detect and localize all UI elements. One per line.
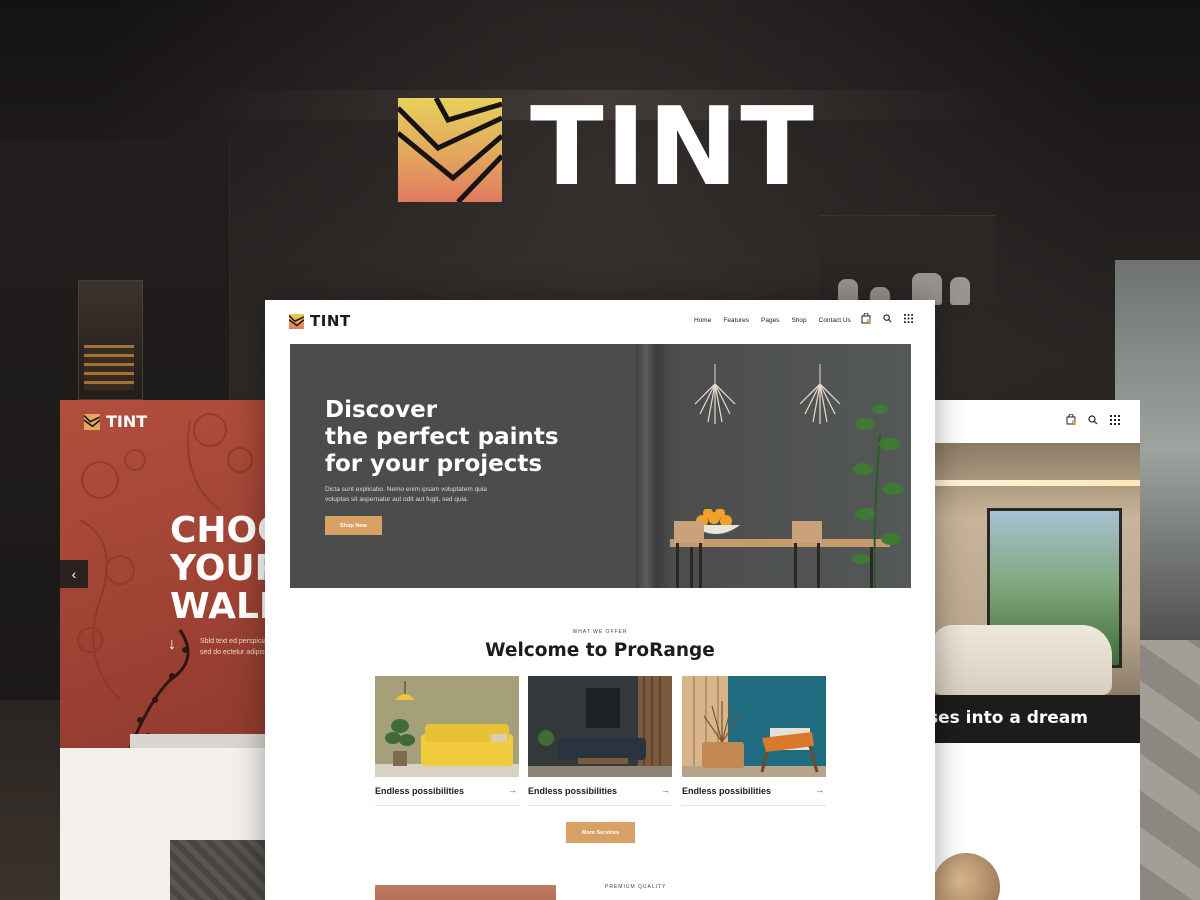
nav-link-contact[interactable]: Contact Us xyxy=(819,317,851,324)
search-icon[interactable] xyxy=(883,314,892,323)
nav-logo-text: TINT xyxy=(310,312,351,330)
banner-pillar xyxy=(636,344,670,588)
left-wallpaper-image xyxy=(170,840,270,900)
background-wine-rack xyxy=(84,345,134,390)
nav-link-home[interactable]: Home xyxy=(694,317,711,324)
plant-icon xyxy=(852,404,904,588)
left-headline-line: YOUR xyxy=(170,548,270,589)
left-body-line: Sbld text ed perspiciatis xyxy=(200,638,270,645)
cart-icon[interactable] xyxy=(1066,414,1076,425)
chevron-left-icon[interactable]: ‹ xyxy=(60,560,88,588)
pendant-lamp-icon xyxy=(694,364,736,424)
card-label: Endless possibilities xyxy=(375,786,465,796)
service-card[interactable]: Endless possibilities → xyxy=(528,676,672,807)
background-vase xyxy=(950,277,970,305)
arrow-right-icon[interactable]: → xyxy=(661,785,670,795)
right-page-preview: ses into a dream xyxy=(932,400,1140,900)
banner-title: Discover the perfect paints for your pro… xyxy=(325,397,605,478)
chair-icon xyxy=(674,521,704,588)
card-image-dark-living xyxy=(528,676,672,777)
card-label: Endless possibilities xyxy=(682,786,772,796)
banner-title-line: for your projects xyxy=(325,451,543,477)
left-headline-line: WALL xyxy=(170,586,270,627)
chair-icon xyxy=(792,521,822,588)
left-logo-text: TINT xyxy=(106,412,148,431)
hero-wordmark: TINT xyxy=(530,85,816,210)
card-divider xyxy=(528,805,672,806)
left-body-line: sed do ectetur adipiscin xyxy=(200,649,270,656)
grid-menu-icon[interactable] xyxy=(904,314,913,323)
banner-title-line: Discover xyxy=(325,397,438,423)
card-divider xyxy=(375,805,519,806)
nav-link-shop[interactable]: Shop xyxy=(791,317,806,324)
arrow-right-icon[interactable]: → xyxy=(815,785,824,795)
left-headline: CHOC YOUR WALL xyxy=(170,512,270,626)
arrow-right-icon[interactable]: → xyxy=(508,785,517,795)
right-sofa xyxy=(932,625,1112,695)
banner-title-line: the perfect paints xyxy=(325,424,559,450)
shop-now-button[interactable]: Shop Now xyxy=(325,516,382,535)
premium-quality-eyebrow: PREMIUM QUALITY xyxy=(605,884,667,890)
right-band-heading: ses into a dream xyxy=(932,708,1088,728)
right-circle-image xyxy=(932,853,1000,900)
arrow-down-icon[interactable]: ↓ xyxy=(168,636,176,654)
center-page-preview: TINT Home Features Pages Shop Contact Us xyxy=(265,300,935,900)
right-nav-icons xyxy=(1066,414,1120,425)
nav-link-pages[interactable]: Pages xyxy=(761,317,779,324)
left-body-text: Sbld text ed perspiciatis sed do ectetur… xyxy=(200,636,270,658)
nav-link-features[interactable]: Features xyxy=(723,317,749,324)
card-image-yellow-sofa xyxy=(375,676,519,777)
left-page-preview: TINT CHOC YOUR WALL ↓ Sbld text ed persp… xyxy=(60,400,270,900)
service-card[interactable]: Endless possibilities → xyxy=(682,676,826,807)
card-label: Endless possibilities xyxy=(528,786,618,796)
nav-menu: Home Features Pages Shop Contact Us xyxy=(694,317,851,324)
hero-banner: Discover the perfect paints for your pro… xyxy=(290,344,911,588)
left-headline-line: CHOC xyxy=(170,510,270,551)
right-ceiling-light xyxy=(932,480,1140,486)
card-image-teal-chair xyxy=(682,676,826,777)
more-services-button[interactable]: More Services xyxy=(566,822,635,843)
offer-title: Welcome to ProRange xyxy=(485,640,715,661)
background-floor-tiles xyxy=(1140,640,1200,900)
logo-mark-icon xyxy=(84,413,100,430)
banner-subtitle-line: Dicta sunt explicabo. Nemo enim ipsam vo… xyxy=(325,486,487,493)
service-card[interactable]: Endless possibilities → xyxy=(375,676,519,807)
logo-mark-icon xyxy=(289,313,304,329)
nav-icons xyxy=(861,313,913,324)
background-shelf xyxy=(820,215,995,305)
card-divider xyxy=(682,805,826,806)
left-hero-console xyxy=(130,734,270,748)
cart-icon[interactable] xyxy=(861,313,871,324)
search-icon[interactable] xyxy=(1088,414,1098,425)
offer-eyebrow: WHAT WE OFFER xyxy=(572,629,628,635)
top-nav: TINT Home Features Pages Shop Contact Us xyxy=(265,300,935,344)
bottom-section-image xyxy=(375,885,556,900)
banner-subtitle-line: voluptas sit aspernatur aut odit aut fug… xyxy=(325,496,469,503)
logo-mark-icon xyxy=(398,98,502,202)
nav-logo[interactable]: TINT xyxy=(289,312,351,330)
left-logo[interactable]: TINT xyxy=(84,412,147,431)
banner-subtitle: Dicta sunt explicabo. Nemo enim ipsam vo… xyxy=(325,485,515,505)
grid-menu-icon[interactable] xyxy=(1110,414,1120,425)
